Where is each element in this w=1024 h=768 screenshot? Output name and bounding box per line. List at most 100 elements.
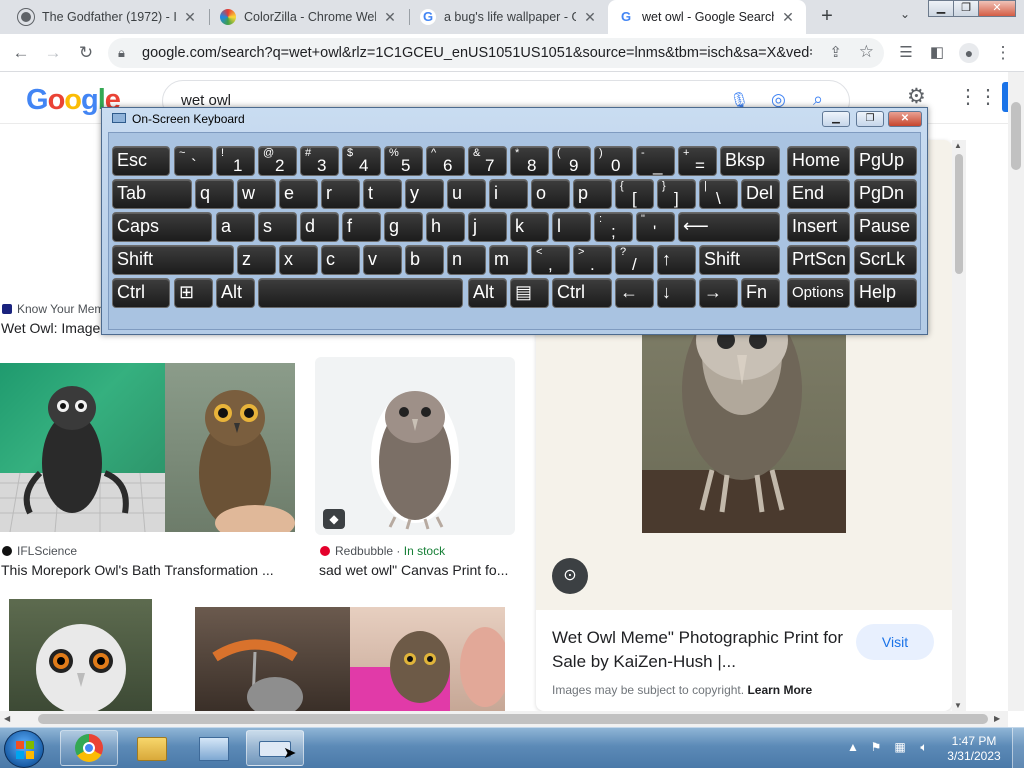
learn-more-link[interactable]: Learn More (747, 683, 812, 697)
result-image-morepork-wet[interactable] (0, 363, 165, 532)
osk-key-c[interactable]: c (321, 245, 360, 275)
scroll-thumb[interactable] (38, 714, 988, 724)
osk-key-alt[interactable]: Alt (468, 278, 507, 308)
osk-key-[interactable]: ↑ (657, 245, 696, 275)
tab-bugs-life[interactable]: G a bug's life wallpaper - Google Search… (410, 0, 608, 34)
osk-key-y[interactable]: y (405, 179, 444, 209)
osk-key-5[interactable]: % 5 (384, 146, 423, 176)
result-source[interactable]: Know Your Meme (2, 302, 111, 316)
osk-key-k[interactable]: k (510, 212, 549, 242)
bookmark-star-icon[interactable]: ☆ (859, 42, 874, 62)
osk-key-g[interactable]: g (384, 212, 423, 242)
visit-button[interactable]: Visit (856, 624, 934, 660)
result-source[interactable]: Redbubble · In stock (320, 544, 445, 558)
osk-close-button[interactable]: ✕ (888, 111, 922, 127)
osk-key-space[interactable] (258, 278, 463, 308)
osk-key-v[interactable]: v (363, 245, 402, 275)
osk-key-ctrl[interactable]: Ctrl (112, 278, 170, 308)
reading-list-icon[interactable]: ☰ (895, 42, 917, 64)
osk-key-8[interactable]: * 8 (510, 146, 549, 176)
osk-key-home[interactable]: Home (787, 146, 850, 176)
result-image-rain-owl[interactable] (195, 607, 350, 711)
osk-key-2[interactable]: @2 (258, 146, 297, 176)
side-panel-icon[interactable]: ◧ (926, 42, 948, 64)
tab-colorzilla[interactable]: ColorZilla - Chrome Web Store ✕ (210, 0, 408, 34)
osk-key-[interactable]: <, (531, 245, 570, 275)
osk-key-3[interactable]: #3 (300, 146, 339, 176)
osk-key-e[interactable]: e (279, 179, 318, 209)
taskbar-chrome[interactable] (60, 730, 118, 766)
osk-key-r[interactable]: r (321, 179, 360, 209)
tab-godfather[interactable]: The Godfather (1972) - IMDb ✕ (8, 0, 208, 34)
result-image-canvas-print[interactable]: ◆ (315, 357, 515, 535)
share-icon[interactable]: ⇪ (829, 43, 842, 61)
osk-key-insert[interactable]: Insert (787, 212, 850, 242)
scroll-right-arrow-icon[interactable]: ▶ (994, 714, 1000, 723)
osk-key-b[interactable]: b (405, 245, 444, 275)
result-title[interactable]: sad wet owl" Canvas Print fo... (319, 562, 514, 578)
osk-key-z[interactable]: z (237, 245, 276, 275)
page-vertical-scrollbar[interactable] (1008, 72, 1024, 711)
osk-key-shift[interactable]: Shift (112, 245, 234, 275)
osk-key-[interactable]: }] (657, 179, 696, 209)
osk-key-bksp[interactable]: Bksp (720, 146, 780, 176)
scroll-thumb[interactable] (1011, 102, 1021, 170)
osk-key-a[interactable]: a (216, 212, 255, 242)
osk-key-pgup[interactable]: PgUp (854, 146, 917, 176)
osk-key-o[interactable]: o (531, 179, 570, 209)
osk-key-[interactable]: + = (678, 146, 717, 176)
osk-key-j[interactable]: j (468, 212, 507, 242)
osk-key-[interactable]: → (699, 278, 738, 308)
scroll-thumb[interactable] (955, 154, 963, 274)
osk-key-[interactable]: :; (594, 212, 633, 242)
osk-key-i[interactable]: i (489, 179, 528, 209)
osk-key-pgdn[interactable]: PgDn (854, 179, 917, 209)
osk-minimize-button[interactable]: ▁ (822, 111, 850, 127)
osk-key-[interactable]: >. (573, 245, 612, 275)
osk-key-n[interactable]: n (447, 245, 486, 275)
start-button[interactable] (4, 730, 44, 768)
tab-search-chevron-icon[interactable]: ⌄ (896, 7, 914, 25)
osk-key-fn[interactable]: Fn (741, 278, 780, 308)
result-image-white-owl[interactable] (9, 599, 152, 711)
osk-key-[interactable]: ~ ` (174, 146, 213, 176)
address-bar[interactable]: 🔒︎ google.com/search?q=wet+owl&rlz=1C1GC… (108, 38, 884, 68)
osk-key-[interactable]: - _ (636, 146, 675, 176)
page-horizontal-scrollbar[interactable]: ◀ ▶ (0, 711, 1008, 727)
scroll-up-arrow-icon[interactable]: ▲ (954, 141, 962, 150)
close-tab-icon[interactable]: ✕ (582, 9, 598, 26)
osk-key-7[interactable]: & 7 (468, 146, 507, 176)
system-clock[interactable]: 1:47 PM 3/31/2023 (944, 734, 1004, 764)
result-title[interactable]: This Morepork Owl's Bath Transformation … (1, 562, 291, 578)
osk-key-[interactable]: " ' (636, 212, 675, 242)
result-image-towel-owl[interactable] (350, 607, 505, 711)
close-tab-icon[interactable]: ✕ (382, 9, 398, 26)
osk-key-t[interactable]: t (363, 179, 402, 209)
osk-key-prtscn[interactable]: PrtScn (787, 245, 850, 275)
osk-key-h[interactable]: h (426, 212, 465, 242)
osk-key-s[interactable]: s (258, 212, 297, 242)
result-image-morepork-dry[interactable] (165, 363, 295, 532)
lens-search-icon[interactable]: ⊙ (552, 558, 588, 594)
close-tab-icon[interactable]: ✕ (780, 9, 796, 26)
close-window-button[interactable]: ✕ (978, 0, 1016, 17)
osk-key-options[interactable]: Options (787, 278, 850, 308)
osk-key-[interactable]: ⟵ (678, 212, 780, 242)
osk-key-d[interactable]: d (300, 212, 339, 242)
network-icon[interactable]: ▦ (892, 740, 908, 756)
osk-key-1[interactable]: ! 1 (216, 146, 255, 176)
volume-muted-icon[interactable]: 🔈︎ (916, 740, 932, 756)
osk-key-m[interactable]: m (489, 245, 528, 275)
address-url[interactable]: google.com/search?q=wet+owl&rlz=1C1GCEU_… (142, 45, 812, 61)
restore-window-button[interactable]: ❐ (953, 0, 979, 17)
osk-key-[interactable]: ← (615, 278, 654, 308)
osk-key-u[interactable]: u (447, 179, 486, 209)
osk-key-[interactable]: ▤ (510, 278, 549, 308)
taskbar-control-panel[interactable] (184, 730, 242, 766)
back-arrow-icon[interactable]: ← (10, 42, 32, 64)
osk-key-9[interactable]: (9 (552, 146, 591, 176)
osk-key-help[interactable]: Help (854, 278, 917, 308)
osk-key-tab[interactable]: Tab (112, 179, 192, 209)
osk-key-shift[interactable]: Shift (699, 245, 780, 275)
preview-scrollbar[interactable]: ▲ ▼ (952, 140, 966, 711)
